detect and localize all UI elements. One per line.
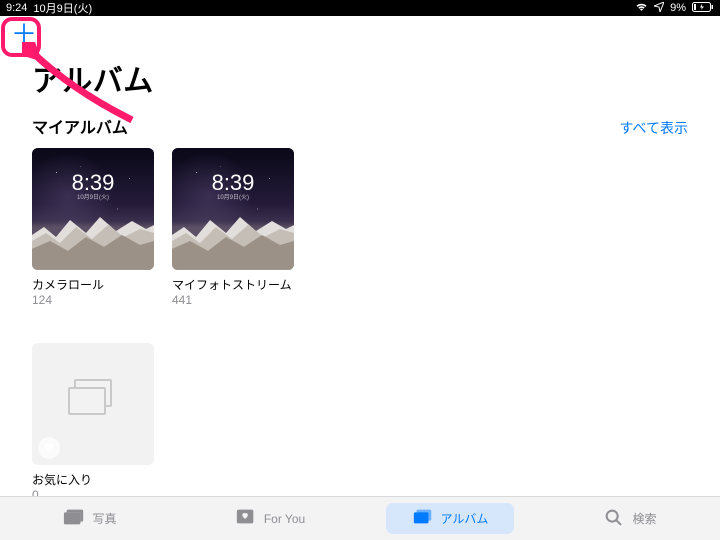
album-count: 0 [32,488,154,496]
tab-label: For You [264,512,305,526]
photo-stack-icon [68,379,118,419]
status-time: 9:24 [6,2,27,14]
tab-label: アルバム [441,510,489,527]
album-name: お気に入り [32,471,154,488]
tab-bar: 写真 For You アルバム 検索 [0,496,720,540]
battery-pct: 9% [670,2,686,14]
album-thumbnail [32,343,154,465]
add-album-button[interactable]: ＋ [10,20,38,48]
album-name: マイフォトストリーム [172,276,294,293]
tab-search[interactable]: 検索 [540,497,720,540]
album-thumbnail: 8:39 10月9日(火) [172,148,294,270]
tab-label: 検索 [632,510,656,527]
tab-albums[interactable]: アルバム [360,497,540,540]
album-count: 124 [32,293,154,307]
album-photo-stream[interactable]: 8:39 10月9日(火) マイフォトストリーム 441 [172,148,294,307]
content-area: アルバム マイアルバム すべて表示 8:39 10月9日(火) カメラロール 1… [0,52,720,496]
nav-bar: ＋ [0,16,720,52]
album-thumbnail: 8:39 10月9日(火) [32,148,154,270]
album-count: 441 [172,293,294,307]
tab-photos[interactable]: 写真 [0,497,180,540]
wifi-icon [635,2,648,15]
app-root: 9:24 10月9日(火) 9% ＋ アルバム [0,0,720,540]
section-header: マイアルバム すべて表示 [32,110,688,148]
status-date: 10月9日(火) [33,0,92,16]
search-icon [603,507,625,530]
photos-icon [63,507,85,530]
album-favorites[interactable]: お気に入り 0 [32,343,154,496]
albums-grid: 8:39 10月9日(火) カメラロール 124 8:39 10月9日(火) マ… [32,148,688,496]
tab-label: 写真 [92,510,116,527]
foryou-icon [235,507,257,530]
album-name: カメラロール [32,276,154,293]
heart-icon [38,437,60,459]
page-title: アルバム [32,56,688,100]
battery-icon [692,2,714,15]
section-title: マイアルバム [32,114,128,138]
tab-foryou[interactable]: For You [180,497,360,540]
see-all-link[interactable]: すべて表示 [620,118,688,138]
status-bar: 9:24 10月9日(火) 9% [0,0,720,16]
location-icon [654,2,664,15]
albums-icon [412,507,434,530]
album-camera-roll[interactable]: 8:39 10月9日(火) カメラロール 124 [32,148,154,307]
